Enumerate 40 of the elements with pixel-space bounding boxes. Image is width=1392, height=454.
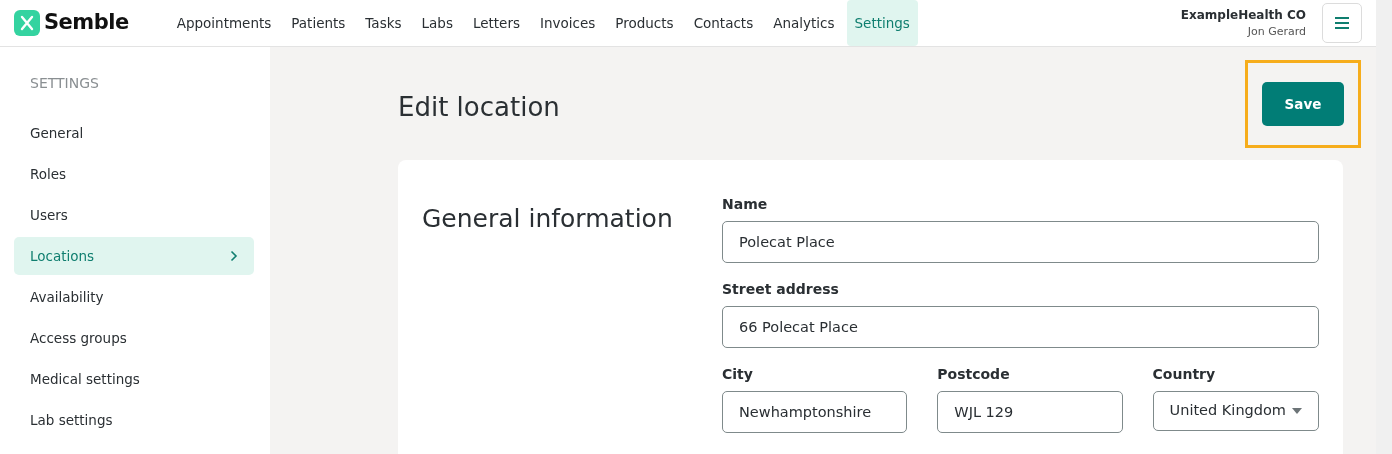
sidebar-item[interactable]: Roles (14, 155, 254, 194)
field-label: Country (1152, 365, 1217, 385)
menu-button[interactable] (1322, 3, 1362, 44)
section-title: General information (422, 203, 674, 236)
input-field[interactable]: Newhamptonshire (722, 391, 908, 434)
nav-link[interactable]: Tasks (357, 0, 410, 47)
chevron-right-icon (230, 250, 238, 263)
sidebar-item[interactable]: Access groups (14, 319, 254, 358)
page-title: Edit location (398, 92, 560, 124)
input-field[interactable]: WJL 129 (937, 391, 1123, 434)
sidebar-item[interactable]: Lab settings (14, 401, 254, 440)
country-select[interactable]: United Kingdom (1152, 391, 1319, 432)
field-label: Name (722, 195, 769, 215)
nav-link[interactable]: Labs (413, 0, 461, 47)
sidebar-item[interactable]: Users (14, 196, 254, 235)
dropdown-caret-icon (1292, 408, 1302, 415)
input-field[interactable]: 66 Polecat Place (722, 306, 1319, 349)
menu-icon (1334, 16, 1350, 31)
nav-link[interactable]: Invoices (532, 0, 604, 47)
nav-link[interactable]: Letters (464, 0, 528, 47)
brand-name[interactable]: Semble (44, 7, 129, 39)
nav-link[interactable]: Settings (846, 0, 918, 47)
sidebar-item[interactable]: Availability (14, 278, 254, 317)
sidebar-item[interactable]: Locations (14, 237, 254, 276)
field-label: Street address (722, 280, 840, 300)
sidebar-item[interactable]: Medical settings (14, 360, 254, 399)
nav-link[interactable]: Appointments (168, 0, 280, 47)
field-label: City (722, 365, 754, 385)
organisation-name: ExampleHealth CO (1180, 6, 1306, 24)
nav-link[interactable]: Analytics (765, 0, 843, 47)
sidebar-heading: SETTINGS (29, 74, 100, 94)
save-button[interactable]: Save (1262, 82, 1344, 127)
nav-link[interactable]: Products (607, 0, 682, 47)
sidebar-item[interactable]: General (14, 114, 254, 153)
nav-link[interactable]: Contacts (685, 0, 762, 47)
field-label: Postcode (937, 365, 1011, 385)
nav-link[interactable]: Patients (283, 0, 354, 47)
user-name: Jon Gerard (1246, 23, 1306, 40)
input-field[interactable]: Polecat Place (722, 221, 1319, 264)
logo-icon (14, 10, 40, 37)
